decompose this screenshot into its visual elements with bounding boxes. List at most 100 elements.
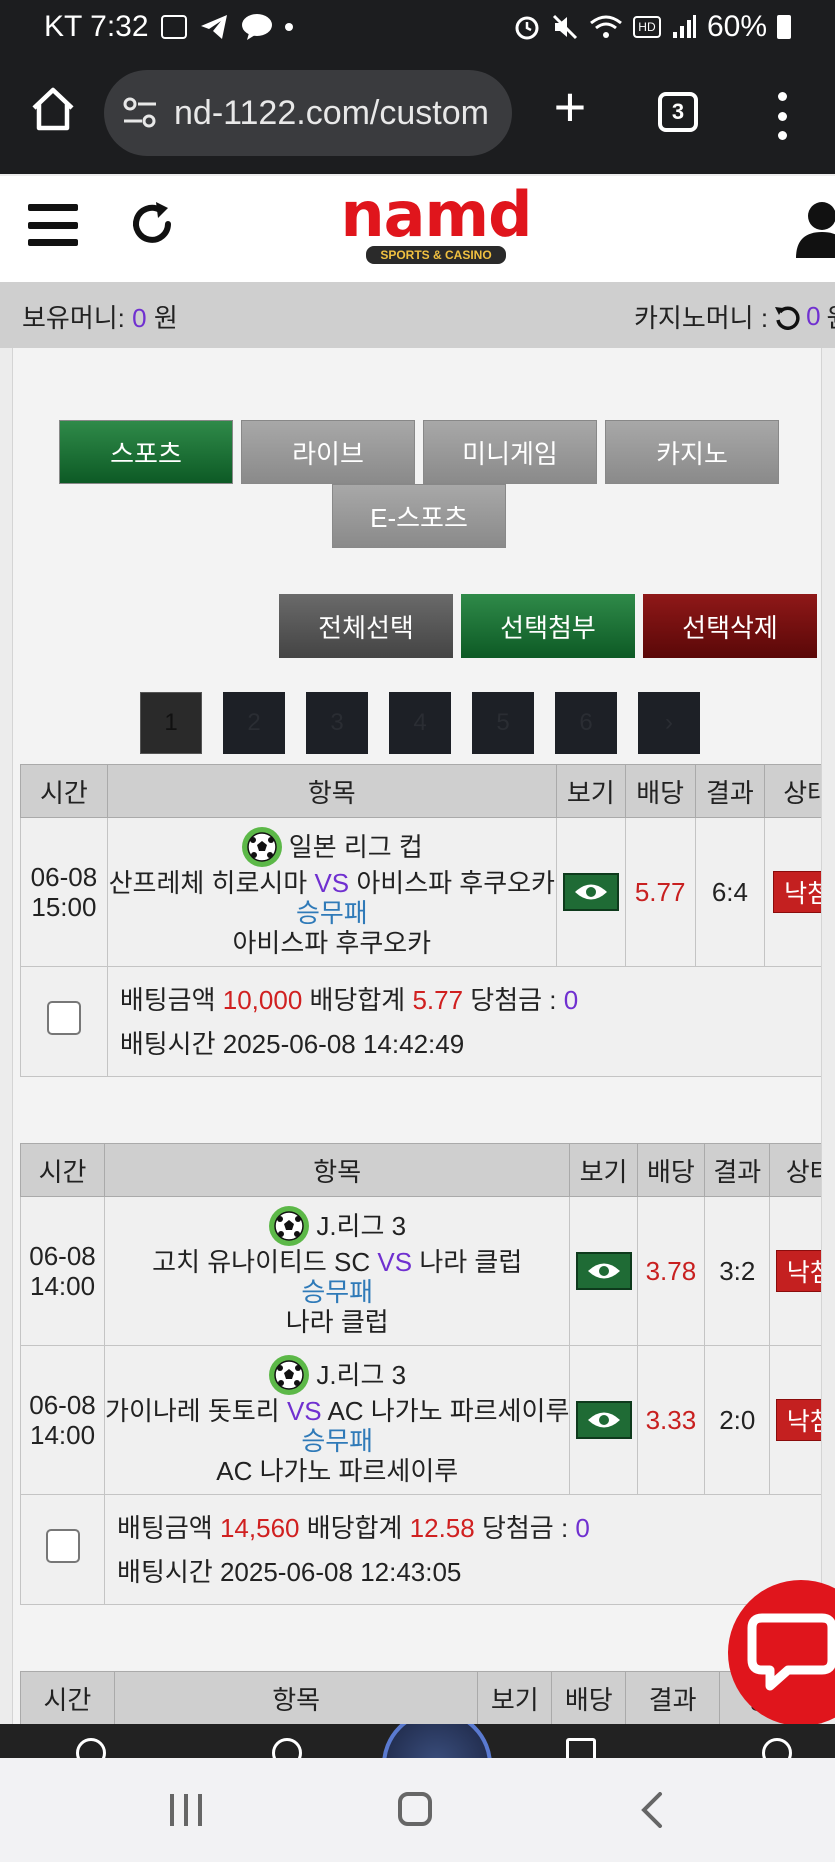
bet-amount-line: 배팅금액 14,560 배당합계 12.58 당첨금 : 0 [117, 1506, 821, 1550]
bet-amount-label: 배팅금액 [117, 1512, 213, 1543]
bottom-nav-home-button[interactable] [382, 1724, 492, 1758]
page-3-button[interactable]: 3 [306, 692, 368, 754]
odds-cell: 5.77 [624, 817, 696, 967]
wifi-icon [590, 15, 622, 38]
league-name: J.리그 3 [316, 1360, 407, 1390]
total-odds-label: 배당합계 [309, 984, 406, 1015]
bet-time-line: 배팅시간 2025-06-08 12:43:05 [117, 1550, 821, 1594]
bet-slip-table: 시간 항목 보기 배당 결과 상태 06-08 15:00 일본 리그 컵 산프… [20, 764, 821, 1077]
bet-time-label: 배팅시간 [119, 1028, 216, 1059]
page-5-button[interactable]: 5 [472, 692, 534, 754]
league-name: 일본 리그 컵 [288, 832, 423, 862]
site-settings-icon[interactable] [122, 96, 158, 130]
bet-slip-table: 시간 항목 보기 배당 결과 상태 06-08 14:00 J.리그 3 고치 … [19, 1143, 821, 1605]
hamburger-menu-icon[interactable] [28, 204, 78, 246]
battery-percent: 60% [706, 10, 767, 43]
tab-sports[interactable]: 스포츠 [59, 420, 233, 484]
matchup: 가이나레 돗토리 VS AC 나가노 파르세이루 [106, 1396, 569, 1426]
delete-selected-button[interactable]: 선택삭제 [643, 594, 817, 658]
soccer-ball-icon [269, 1355, 310, 1395]
home-team: 산프레체 히로시마 [108, 868, 308, 898]
game-item-cell: 일본 리그 컵 산프레체 히로시마 VS 아비스파 후쿠오카 승무패 아비스파 … [106, 817, 557, 967]
game-time: 14:00 [29, 1271, 96, 1301]
league-name: J.리그 3 [316, 1211, 407, 1241]
battery-icon [777, 15, 791, 39]
bet-amount-value: 10,000 [222, 984, 303, 1015]
view-cell [569, 1345, 638, 1495]
bet-select-checkbox[interactable] [45, 1529, 80, 1563]
header-odds: 배당 [624, 764, 696, 818]
bet-amount-line: 배팅금액 10,000 배당합계 5.77 당첨금 : 0 [120, 978, 821, 1022]
win-amount-label: 당첨금 : [470, 984, 557, 1015]
recent-apps-icon[interactable] [170, 1794, 202, 1826]
bet-select-checkbox[interactable] [46, 1001, 81, 1035]
bet-slip-table: 시간 항목 보기 배당 결과 상태 [20, 1671, 821, 1724]
status-cell: 낙첨 [764, 817, 821, 967]
tab-live[interactable]: 라이브 [241, 420, 415, 484]
bet-pick: 아비스파 후쿠오카 [232, 928, 432, 958]
page-2-button[interactable]: 2 [223, 692, 285, 754]
page-4-button[interactable]: 4 [389, 692, 451, 754]
header-view: 보기 [477, 1671, 553, 1724]
tab-casino[interactable]: 카지노 [605, 420, 779, 484]
header-odds: 배당 [551, 1671, 627, 1724]
refresh-icon[interactable] [128, 200, 176, 248]
eye-icon[interactable] [575, 1401, 632, 1439]
tab-switcher-button[interactable]: 3 [658, 92, 698, 132]
tab-count: 3 [671, 99, 685, 124]
bet-time-value: 2025-06-08 12:43:05 [219, 1556, 462, 1587]
header-item: 항목 [104, 1143, 571, 1197]
tab-minigame[interactable]: 미니게임 [423, 420, 597, 484]
casino-refresh-icon[interactable] [774, 304, 800, 330]
user-account-icon[interactable] [792, 198, 835, 258]
table-row: 06-08 14:00 J.리그 3 고치 유나이티드 SC VS 나라 클럽 … [19, 1196, 821, 1346]
bottom-nav-gift-icon[interactable] [566, 1738, 596, 1758]
page-6-button[interactable]: 6 [555, 692, 617, 754]
url-bar[interactable]: nd-1122.com/custom [104, 70, 512, 156]
page-next-button[interactable]: › [638, 692, 700, 754]
page-1-button[interactable]: 1 [140, 692, 202, 754]
back-icon[interactable] [640, 1792, 664, 1828]
live-chat-button[interactable] [728, 1580, 835, 1726]
bet-type: 승무패 [301, 1426, 374, 1456]
browser-home-icon[interactable] [28, 84, 78, 134]
header-item: 항목 [106, 764, 557, 818]
header-time: 시간 [20, 764, 108, 818]
table-header-row: 시간 항목 보기 배당 결과 상태 [20, 764, 821, 818]
select-cell [20, 966, 108, 1077]
bottom-nav-support-icon[interactable] [762, 1738, 792, 1758]
new-tab-icon[interactable]: + [548, 79, 592, 135]
android-home-icon[interactable] [398, 1792, 432, 1826]
eye-icon[interactable] [575, 1252, 632, 1290]
holding-money-value: 0 [132, 303, 147, 333]
tab-esports[interactable]: E-스포츠 [332, 484, 506, 548]
bet-history-content: 스포츠 라이브 미니게임 카지노 E-스포츠 전체선택 선택첨부 선택삭제 1 … [12, 348, 822, 1724]
total-odds-value: 5.77 [412, 984, 464, 1015]
header-status: 상태 [769, 1143, 821, 1197]
game-time-cell: 06-08 14:00 [19, 1196, 106, 1346]
game-time-cell: 06-08 14:00 [19, 1345, 106, 1495]
select-all-button[interactable]: 전체선택 [279, 594, 453, 658]
status-left: KT 7:32 [44, 10, 293, 44]
browser-menu-icon[interactable] [770, 92, 794, 140]
eye-icon[interactable] [562, 873, 619, 911]
bet-summary-cell: 배팅금액 14,560 배당합계 12.58 당첨금 : 0 배팅시간 2025… [104, 1494, 821, 1605]
site-logo[interactable]: namd SPORTS & CASINO [298, 178, 574, 266]
attach-selected-button[interactable]: 선택첨부 [461, 594, 635, 658]
bottom-nav-user-remove-icon[interactable] [272, 1738, 302, 1758]
bottom-nav-user-add-icon[interactable] [76, 1738, 106, 1758]
bet-type: 승무패 [295, 898, 368, 928]
bet-pick: AC 나가노 파르세이루 [216, 1456, 459, 1486]
gallery-notification-icon [160, 15, 187, 39]
header-item: 항목 [113, 1671, 479, 1724]
telegram-notification-icon [200, 15, 227, 39]
matchup: 고치 유나이티드 SC VS 나라 클럽 [106, 1247, 569, 1277]
game-date: 06-08 [29, 1390, 96, 1420]
odds-cell: 3.78 [636, 1196, 706, 1346]
total-odds-value: 12.58 [409, 1512, 475, 1543]
logo-wordmark: namd [340, 178, 533, 251]
bet-time-label: 배팅시간 [117, 1556, 213, 1587]
vs-label: VS [286, 1396, 322, 1426]
header-view: 보기 [569, 1143, 638, 1197]
header-result: 결과 [704, 1143, 771, 1197]
